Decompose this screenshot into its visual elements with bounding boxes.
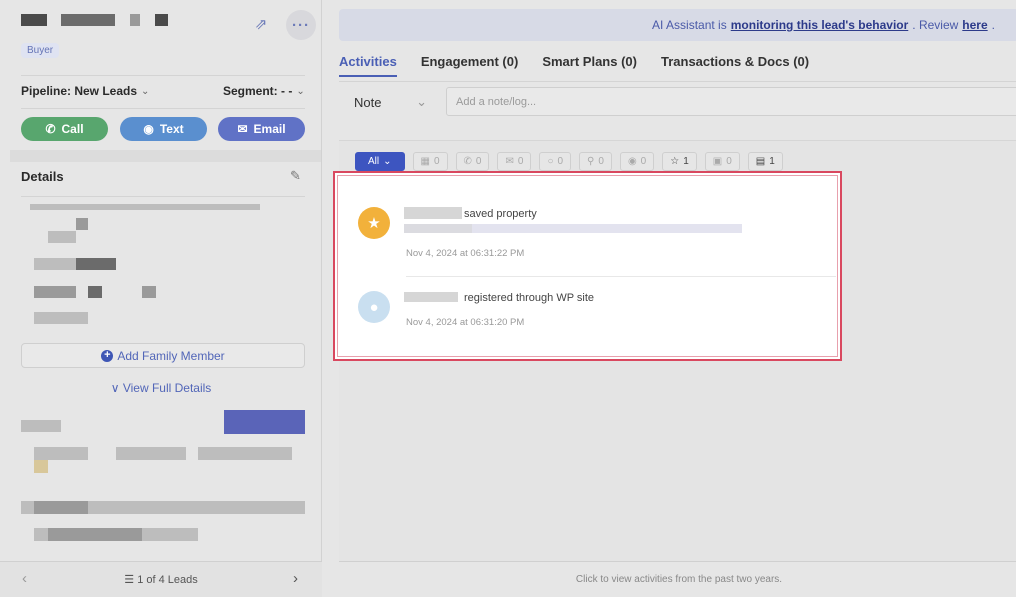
filter-search[interactable]: ⚲ 0 [579,152,612,171]
chevron-down-icon: ⌄ [416,94,427,109]
filter-calendar[interactable]: ▦ 0 [412,152,448,171]
lead-count: 1 of 4 Leads [137,574,198,586]
chat-icon: ◉ [143,122,154,136]
filter-mail[interactable]: ✉ 0 [497,152,532,171]
tab-smart-plans[interactable]: Smart Plans (0) [542,54,637,77]
lead-name-redacted [21,14,47,26]
mail-icon: ✉ [505,156,514,167]
phone-icon: ✆ [463,156,472,167]
message-icon: ▤ [755,156,766,167]
segment-select[interactable]: Segment: - - ⌄ [223,84,305,98]
share-button[interactable]: ⇗ [246,10,276,38]
filter-favorites[interactable]: ☆ 1 [662,152,697,171]
redacted-lead-name [404,207,462,219]
more-options-button[interactable]: ··· [286,10,316,40]
note-type-select[interactable]: Note ⌄ [339,87,442,117]
phone-icon: ✆ [45,122,56,136]
star-icon: ☆ [670,156,680,167]
double-chevron-down-icon: ∨ [110,381,120,395]
activity-filters: All ⌄ ▦ 0 ✆ 0 ✉ 0 ○ 0 ⚲ 0 ◉ 0 ☆ 1 ▣ 0 ▤ 1 [355,152,783,171]
view-full-details-link[interactable]: ∨ View Full Details [0,381,322,395]
redacted-detail [30,204,260,210]
details-heading: Details [21,169,64,184]
chevron-down-icon: ⌄ [383,156,392,167]
email-button[interactable]: ✉ Email [218,117,305,141]
chevron-down-icon: ⌄ [141,85,150,97]
pipeline-select[interactable]: Pipeline: New Leads ⌄ [21,84,149,98]
activity-registered: registered through WP site [464,292,595,304]
lead-type-badge: Buyer [21,43,60,58]
filter-chat[interactable]: ○ 0 [539,152,572,171]
tab-transactions-docs[interactable]: Transactions & Docs (0) [661,54,809,77]
tab-activities[interactable]: Activities [339,54,397,77]
ai-assistant-banner: AI Assistant is monitoring this lead's b… [339,9,1016,41]
plus-icon: + [101,349,114,362]
monitoring-link[interactable]: monitoring this lead's behavior [731,18,909,32]
highlighted-activity-card: ★ saved property Nov 4, 2024 at 06:31:22… [333,171,842,361]
add-family-member-button[interactable]: + Add Family Member [21,343,305,368]
past-activities-hint[interactable]: Click to view activities from the past t… [339,561,1016,597]
chat-icon: ○ [547,156,554,167]
activity-date: Nov 4, 2024 at 06:31:22 PM [406,248,525,259]
chevron-right-icon[interactable]: › [293,570,298,587]
star-icon: ★ [358,207,390,239]
tab-bar: Activities Engagement (0) Smart Plans (0… [339,54,809,77]
tab-engagement[interactable]: Engagement (0) [421,54,519,77]
activity-date: Nov 4, 2024 at 06:31:20 PM [406,317,525,328]
briefcase-icon: ▣ [712,156,723,167]
note-input[interactable]: Add a note/log... [446,87,1016,116]
text-button[interactable]: ◉ Text [120,117,207,141]
eye-icon: ◉ [627,156,637,167]
activity-saved-property: saved property [464,208,537,220]
redacted-banner [224,410,305,434]
filter-views[interactable]: ◉ 0 [619,152,655,171]
filter-all[interactable]: All ⌄ [355,152,405,171]
search-icon: ⚲ [587,156,595,167]
list-icon: ☰ [124,574,135,586]
calendar-icon: ▦ [420,156,430,167]
chevron-down-icon: ⌄ [296,85,305,97]
call-button[interactable]: ✆ Call [21,117,108,141]
filter-messages[interactable]: ▤ 1 [747,152,783,171]
edit-icon[interactable]: ✎ [290,168,301,184]
lead-sidebar: ⇗ ··· Buyer Pipeline: New Leads ⌄ Segmen… [0,0,322,597]
mail-icon: ✉ [237,122,248,136]
user-icon: ● [358,291,390,323]
filter-phone[interactable]: ✆ 0 [455,152,490,171]
filter-transactions[interactable]: ▣ 0 [704,152,740,171]
lead-pager: ‹ ☰ 1 of 4 Leads › [0,561,322,597]
review-here-link[interactable]: here [962,18,987,32]
redacted-lead-name [404,292,458,302]
